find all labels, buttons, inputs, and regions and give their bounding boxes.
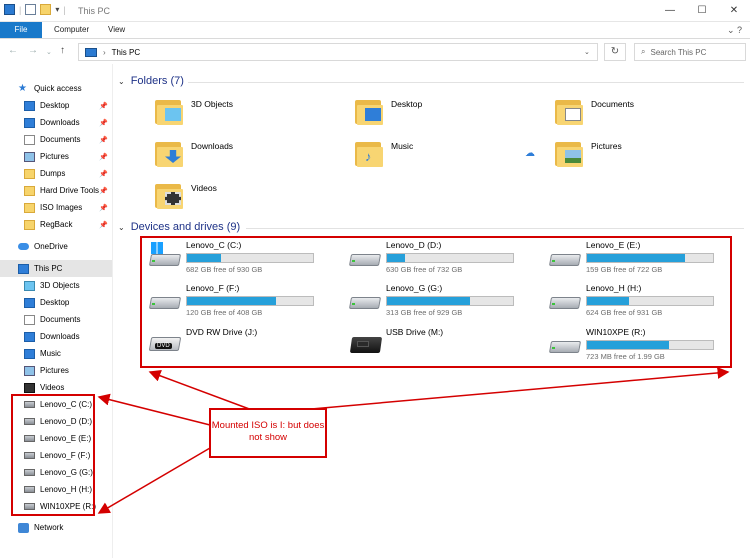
arrow-to-drives-box-right bbox=[299, 366, 730, 411]
arrow-to-nav-bottom bbox=[97, 447, 211, 514]
arrow-to-drives-box-left bbox=[148, 370, 253, 411]
arrow-to-nav-top bbox=[97, 393, 211, 426]
annotation-arrows bbox=[97, 366, 730, 514]
annotation-note: Mounted ISO is I: but does not show bbox=[209, 408, 327, 458]
explorer-window: | ▾ | This PC — ☐ ✕ File Computer View ⌄… bbox=[0, 0, 750, 558]
